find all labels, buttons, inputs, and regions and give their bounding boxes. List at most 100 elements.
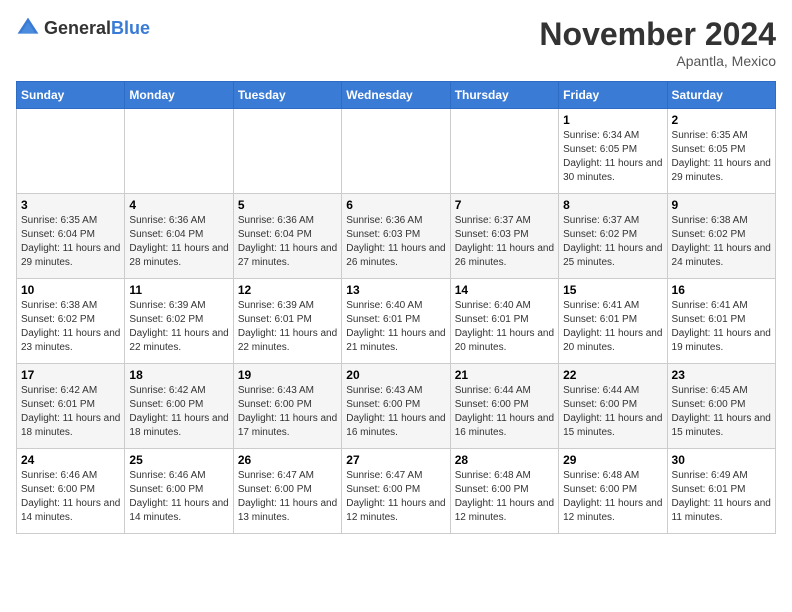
day-number: 7 [455,198,554,212]
weekday-header-sunday: Sunday [17,82,125,109]
day-number: 4 [129,198,228,212]
calendar-cell [125,109,233,194]
calendar-cell: 13Sunrise: 6:40 AM Sunset: 6:01 PM Dayli… [342,279,450,364]
day-number: 30 [672,453,771,467]
calendar-cell: 3 Sunrise: 6:35 AM Sunset: 6:04 PM Daylig… [17,194,125,279]
day-number: 2 [672,113,771,127]
logo-icon [16,16,40,40]
calendar-cell: 2 Sunrise: 6:35 AM Sunset: 6:05 PM Daylig… [667,109,775,194]
day-number: 10 [21,283,120,297]
day-info: Sunrise: 6:42 AM Sunset: 6:00 PM Dayligh… [129,384,228,440]
day-info: Sunrise: 6:36 AM Sunset: 6:03 PM Dayligh… [346,214,445,270]
day-info: Sunrise: 6:36 AM Sunset: 6:04 PM Dayligh… [129,214,228,270]
calendar-cell: 20 Sunrise: 6:43 AM Sunset: 6:00 PM Dayli… [342,364,450,449]
calendar-cell [450,109,558,194]
day-number: 9 [672,198,771,212]
day-number: 1 [563,113,662,127]
day-number: 23 [672,368,771,382]
calendar-cell: 8 Sunrise: 6:37 AM Sunset: 6:02 PM Daylig… [559,194,667,279]
calendar-cell: 5 Sunrise: 6:36 AM Sunset: 6:04 PM Daylig… [233,194,341,279]
weekday-header-thursday: Thursday [450,82,558,109]
weekday-header-saturday: Saturday [667,82,775,109]
day-info: Sunrise: 6:42 AM Sunset: 6:01 PM Dayligh… [21,384,120,440]
day-info: Sunrise: 6:37 AM Sunset: 6:03 PM Dayligh… [455,214,554,270]
day-info: Sunrise: 6:48 AM Sunset: 6:00 PM Dayligh… [563,469,662,525]
calendar-week-row: 17 Sunrise: 6:42 AM Sunset: 6:01 PM Dayli… [17,364,776,449]
day-number: 5 [238,198,337,212]
calendar-cell: 28 Sunrise: 6:48 AM Sunset: 6:00 PM Dayli… [450,449,558,534]
weekday-header-friday: Friday [559,82,667,109]
day-info: Sunrise: 6:38 AM Sunset: 6:02 PM Dayligh… [21,299,120,355]
day-number: 28 [455,453,554,467]
calendar-cell: 30 Sunrise: 6:49 AM Sunset: 6:01 PM Dayli… [667,449,775,534]
day-number: 13 [346,283,445,297]
day-info: Sunrise: 6:47 AM Sunset: 6:00 PM Dayligh… [346,469,445,525]
calendar-cell: 9 Sunrise: 6:38 AM Sunset: 6:02 PM Daylig… [667,194,775,279]
weekday-header-tuesday: Tuesday [233,82,341,109]
page-header: GeneralBlue November 2024 Apantla, Mexic… [16,16,776,69]
day-info: Sunrise: 6:41 AM Sunset: 6:01 PM Dayligh… [672,299,771,355]
title-block: November 2024 Apantla, Mexico [539,16,776,69]
day-info: Sunrise: 6:40 AM Sunset: 6:01 PM Dayligh… [455,299,554,355]
day-info: Sunrise: 6:49 AM Sunset: 6:01 PM Dayligh… [672,469,771,525]
calendar-cell: 11Sunrise: 6:39 AM Sunset: 6:02 PM Dayli… [125,279,233,364]
calendar-cell: 29 Sunrise: 6:48 AM Sunset: 6:00 PM Dayli… [559,449,667,534]
day-number: 18 [129,368,228,382]
calendar-week-row: 24 Sunrise: 6:46 AM Sunset: 6:00 PM Dayli… [17,449,776,534]
calendar-cell: 10 Sunrise: 6:38 AM Sunset: 6:02 PM Dayli… [17,279,125,364]
day-number: 27 [346,453,445,467]
weekday-header-monday: Monday [125,82,233,109]
day-number: 17 [21,368,120,382]
logo: GeneralBlue [16,16,150,40]
calendar-cell: 14 Sunrise: 6:40 AM Sunset: 6:01 PM Dayli… [450,279,558,364]
day-number: 8 [563,198,662,212]
day-number: 16 [672,283,771,297]
calendar-cell [342,109,450,194]
logo-text-general: General [44,18,111,38]
day-number: 12 [238,283,337,297]
day-info: Sunrise: 6:36 AM Sunset: 6:04 PM Dayligh… [238,214,337,270]
calendar-cell: 18 Sunrise: 6:42 AM Sunset: 6:00 PM Dayli… [125,364,233,449]
day-number: 3 [21,198,120,212]
weekday-header-row: SundayMondayTuesdayWednesdayThursdayFrid… [17,82,776,109]
day-number: 19 [238,368,337,382]
day-info: Sunrise: 6:46 AM Sunset: 6:00 PM Dayligh… [129,469,228,525]
day-info: Sunrise: 6:37 AM Sunset: 6:02 PM Dayligh… [563,214,662,270]
day-number: 22 [563,368,662,382]
calendar-cell: 4 Sunrise: 6:36 AM Sunset: 6:04 PM Daylig… [125,194,233,279]
calendar-cell: 6Sunrise: 6:36 AM Sunset: 6:03 PM Daylig… [342,194,450,279]
calendar-cell [233,109,341,194]
day-info: Sunrise: 6:43 AM Sunset: 6:00 PM Dayligh… [346,384,445,440]
day-number: 20 [346,368,445,382]
calendar-cell: 27 Sunrise: 6:47 AM Sunset: 6:00 PM Dayli… [342,449,450,534]
day-number: 29 [563,453,662,467]
calendar-cell: 7 Sunrise: 6:37 AM Sunset: 6:03 PM Daylig… [450,194,558,279]
weekday-header-wednesday: Wednesday [342,82,450,109]
day-number: 26 [238,453,337,467]
day-info: Sunrise: 6:47 AM Sunset: 6:00 PM Dayligh… [238,469,337,525]
calendar-cell: 12 Sunrise: 6:39 AM Sunset: 6:01 PM Dayli… [233,279,341,364]
month-title: November 2024 [539,16,776,53]
location-title: Apantla, Mexico [539,53,776,69]
day-info: Sunrise: 6:48 AM Sunset: 6:00 PM Dayligh… [455,469,554,525]
calendar-cell: 23Sunrise: 6:45 AM Sunset: 6:00 PM Dayli… [667,364,775,449]
day-info: Sunrise: 6:35 AM Sunset: 6:04 PM Dayligh… [21,214,120,270]
calendar-table: SundayMondayTuesdayWednesdayThursdayFrid… [16,81,776,534]
day-info: Sunrise: 6:39 AM Sunset: 6:01 PM Dayligh… [238,299,337,355]
day-info: Sunrise: 6:44 AM Sunset: 6:00 PM Dayligh… [563,384,662,440]
calendar-cell [17,109,125,194]
day-info: Sunrise: 6:43 AM Sunset: 6:00 PM Dayligh… [238,384,337,440]
day-number: 21 [455,368,554,382]
calendar-cell: 19 Sunrise: 6:43 AM Sunset: 6:00 PM Dayli… [233,364,341,449]
calendar-week-row: 1 Sunrise: 6:34 AM Sunset: 6:05 PM Daylig… [17,109,776,194]
logo-text-blue: Blue [111,18,150,38]
calendar-cell: 16 Sunrise: 6:41 AM Sunset: 6:01 PM Dayli… [667,279,775,364]
calendar-cell: 21Sunrise: 6:44 AM Sunset: 6:00 PM Dayli… [450,364,558,449]
day-info: Sunrise: 6:35 AM Sunset: 6:05 PM Dayligh… [672,129,771,185]
day-number: 14 [455,283,554,297]
day-info: Sunrise: 6:38 AM Sunset: 6:02 PM Dayligh… [672,214,771,270]
calendar-cell: 1 Sunrise: 6:34 AM Sunset: 6:05 PM Daylig… [559,109,667,194]
day-info: Sunrise: 6:34 AM Sunset: 6:05 PM Dayligh… [563,129,662,185]
calendar-cell: 17 Sunrise: 6:42 AM Sunset: 6:01 PM Dayli… [17,364,125,449]
day-number: 24 [21,453,120,467]
